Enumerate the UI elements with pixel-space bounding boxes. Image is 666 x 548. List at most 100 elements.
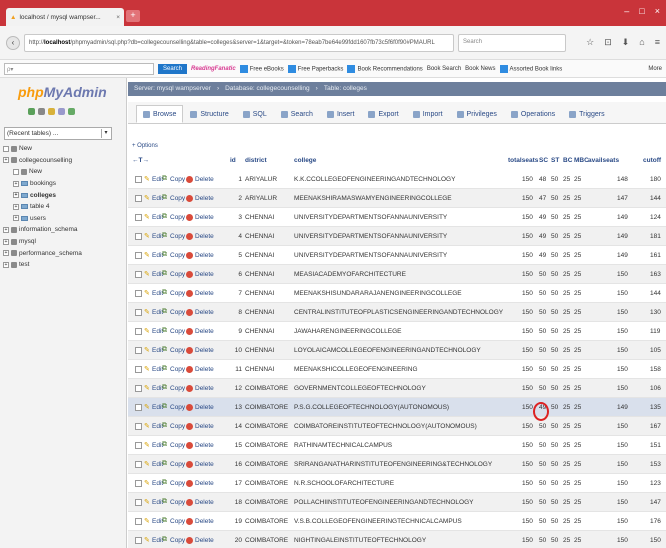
copy-link[interactable]: Copy: [170, 214, 185, 221]
copy-icon[interactable]: ⧉: [162, 308, 167, 316]
delete-link[interactable]: Delete: [195, 423, 214, 430]
tab-search[interactable]: Search: [274, 105, 320, 123]
edit-pencil-icon[interactable]: ✎: [144, 327, 150, 335]
menu-icon[interactable]: ≡: [655, 37, 660, 48]
table-row[interactable]: ✎ Edit ⧉ Copy Delete 10 CHENNAI LOYOLAICAMCOLLE…: [128, 341, 666, 360]
row-checkbox[interactable]: [135, 423, 142, 430]
edit-pencil-icon[interactable]: ✎: [144, 289, 150, 297]
expand-icon[interactable]: [3, 145, 9, 152]
tab-privileges[interactable]: Privileges: [450, 105, 504, 123]
back-icon[interactable]: ‹: [6, 35, 20, 50]
copy-icon[interactable]: ⧉: [162, 251, 167, 259]
copy-icon[interactable]: ⧉: [162, 403, 167, 411]
tree-item-test[interactable]: + test: [3, 259, 82, 271]
delete-icon[interactable]: [186, 176, 193, 183]
delete-icon[interactable]: [186, 385, 193, 392]
delete-icon[interactable]: [186, 537, 193, 544]
delete-icon[interactable]: [186, 290, 193, 297]
delete-icon[interactable]: [186, 404, 193, 411]
toolbar-search-button[interactable]: Search: [158, 63, 188, 74]
delete-link[interactable]: Delete: [195, 347, 214, 354]
expand-icon[interactable]: +: [13, 180, 19, 187]
copy-link[interactable]: Copy: [170, 404, 185, 411]
delete-link[interactable]: Delete: [195, 214, 214, 221]
copy-link[interactable]: Copy: [170, 309, 185, 316]
table-row[interactable]: ✎ Edit ⧉ Copy Delete 16 COIMBATORE SRIRANGANATH…: [128, 455, 666, 474]
edit-pencil-icon[interactable]: ✎: [144, 232, 150, 240]
delete-icon[interactable]: [186, 347, 193, 354]
copy-link[interactable]: Copy: [170, 195, 185, 202]
home-icon[interactable]: ⌂: [639, 37, 644, 48]
column-header-st[interactable]: ST: [551, 157, 559, 164]
edit-pencil-icon[interactable]: ✎: [144, 403, 150, 411]
tree-item-collegecounselling[interactable]: + collegecounselling: [3, 155, 82, 167]
edit-pencil-icon[interactable]: ✎: [144, 441, 150, 449]
delete-link[interactable]: Delete: [195, 518, 214, 525]
expand-icon[interactable]: +: [3, 238, 9, 245]
tree-item-mysql[interactable]: + mysql: [3, 236, 82, 248]
copy-link[interactable]: Copy: [170, 328, 185, 335]
row-checkbox[interactable]: [135, 366, 142, 373]
copy-link[interactable]: Copy: [170, 480, 185, 487]
breadcrumb-server[interactable]: Server: mysql wampserver: [134, 85, 211, 93]
copy-icon[interactable]: ⧉: [162, 175, 167, 183]
row-checkbox[interactable]: [135, 404, 142, 411]
delete-icon[interactable]: [186, 461, 193, 468]
column-header-totalseats[interactable]: totalseats: [508, 157, 538, 164]
table-row[interactable]: ✎ Edit ⧉ Copy Delete 2 ARIYALUR MEENAKSHIRAMASW…: [128, 189, 666, 208]
table-row[interactable]: ✎ Edit ⧉ Copy Delete 14 COIMBATORE COIMBATOREIN…: [128, 417, 666, 436]
row-checkbox[interactable]: [135, 518, 142, 525]
tree-item-bookings[interactable]: + bookings: [3, 178, 82, 190]
edit-pencil-icon[interactable]: ✎: [144, 384, 150, 392]
delete-link[interactable]: Delete: [195, 176, 214, 183]
table-row[interactable]: ✎ Edit ⧉ Copy Delete 8 CHENNAI CENTRALINSTITUTE…: [128, 303, 666, 322]
tab-browse[interactable]: Browse: [136, 105, 184, 123]
copy-icon[interactable]: ⧉: [162, 270, 167, 278]
bookmark-star-icon[interactable]: ☆: [586, 37, 594, 48]
delete-icon[interactable]: [186, 195, 193, 202]
tab-sql[interactable]: SQL: [236, 105, 274, 123]
edit-pencil-icon[interactable]: ✎: [144, 536, 150, 544]
delete-link[interactable]: Delete: [195, 195, 214, 202]
breadcrumb-table[interactable]: Table: colleges: [324, 85, 367, 93]
edit-pencil-icon[interactable]: ✎: [144, 422, 150, 430]
row-checkbox[interactable]: [135, 176, 142, 183]
tree-item-performance-schema[interactable]: + performance_schema: [3, 247, 82, 259]
row-checkbox[interactable]: [135, 385, 142, 392]
browser-tab[interactable]: ▲ localhost / mysql wampser... ×: [6, 8, 124, 26]
row-checkbox[interactable]: [135, 252, 142, 259]
table-row[interactable]: ✎ Edit ⧉ Copy Delete 15 COIMBATORE RATHINAMTECH…: [128, 436, 666, 455]
table-row[interactable]: ✎ Edit ⧉ Copy Delete 9 CHENNAI JAWAHARENGINEERI…: [128, 322, 666, 341]
delete-icon[interactable]: [186, 328, 193, 335]
row-checkbox[interactable]: [135, 214, 142, 221]
row-checkbox[interactable]: [135, 442, 142, 449]
phpmyadmin-logo[interactable]: phpMyAdmin: [18, 84, 107, 100]
column-header-college[interactable]: college: [294, 157, 316, 164]
bookmark-assorted-book-links[interactable]: Assorted Book links: [499, 64, 562, 73]
delete-icon[interactable]: [186, 271, 193, 278]
expand-icon[interactable]: [13, 168, 19, 175]
row-checkbox[interactable]: [135, 233, 142, 240]
table-row[interactable]: ✎ Edit ⧉ Copy Delete 3 CHENNAI UNIVERSITYDEPART…: [128, 208, 666, 227]
delete-link[interactable]: Delete: [195, 537, 214, 544]
table-row[interactable]: ✎ Edit ⧉ Copy Delete 12 COIMBATORE GOVERNMENTCO…: [128, 379, 666, 398]
row-checkbox[interactable]: [135, 347, 142, 354]
row-checkbox[interactable]: [135, 537, 142, 544]
expand-icon[interactable]: +: [13, 203, 19, 210]
copy-icon[interactable]: ⧉: [162, 194, 167, 202]
new-tab-button[interactable]: +: [126, 10, 140, 22]
edit-pencil-icon[interactable]: ✎: [144, 498, 150, 506]
expand-icon[interactable]: +: [3, 261, 9, 268]
copy-link[interactable]: Copy: [170, 271, 185, 278]
edit-pencil-icon[interactable]: ✎: [144, 365, 150, 373]
tree-item-new[interactable]: New: [3, 166, 82, 178]
tree-item-users[interactable]: + users: [3, 213, 82, 225]
delete-link[interactable]: Delete: [195, 328, 214, 335]
delete-link[interactable]: Delete: [195, 366, 214, 373]
table-row[interactable]: ✎ Edit ⧉ Copy Delete 13 COIMBATORE P.S.G.COLLEG…: [128, 398, 666, 417]
edit-pencil-icon[interactable]: ✎: [144, 213, 150, 221]
bookmark-book-news[interactable]: Book News: [465, 66, 495, 72]
table-row[interactable]: ✎ Edit ⧉ Copy Delete 5 CHENNAI UNIVERSITYDEPART…: [128, 246, 666, 265]
column-header-district[interactable]: district: [245, 157, 267, 164]
copy-icon[interactable]: ⧉: [162, 213, 167, 221]
